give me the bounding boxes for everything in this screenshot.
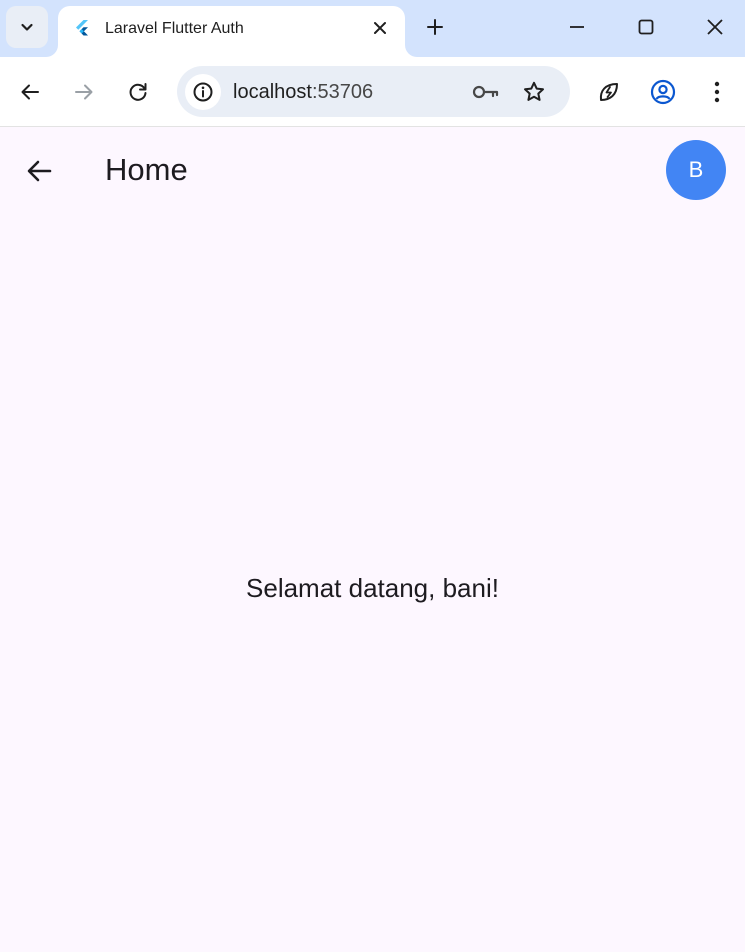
back-arrow-icon	[27, 160, 52, 182]
flutter-logo-icon	[76, 20, 88, 36]
app-bar: Home B	[0, 128, 745, 212]
star-icon	[524, 81, 544, 101]
window-close-icon	[707, 19, 723, 35]
tab-title: Laravel Flutter Auth	[105, 20, 244, 37]
browser-toolbar: localhost:53706	[0, 57, 745, 127]
active-tab[interactable]: Laravel Flutter Auth	[58, 6, 405, 57]
url-host: localhost	[233, 81, 312, 103]
more-vert-icon	[714, 81, 720, 103]
minimize-button[interactable]	[564, 14, 590, 40]
address-bar[interactable]: localhost:53706	[177, 66, 570, 117]
performance-button[interactable]	[595, 78, 623, 106]
tab-strip: Laravel Flutter Auth	[0, 0, 745, 57]
url-port: :53706	[311, 81, 374, 103]
url-text: localhost:53706	[233, 80, 373, 104]
browser-forward-button[interactable]	[70, 78, 98, 106]
new-tab-button[interactable]	[423, 15, 447, 39]
close-icon	[374, 22, 386, 34]
reload-button[interactable]	[124, 78, 152, 106]
maximize-button[interactable]	[633, 14, 659, 40]
bookmark-star-button[interactable]	[520, 78, 548, 106]
profile-icon	[650, 79, 676, 105]
avatar[interactable]: B	[666, 140, 726, 200]
site-info-button[interactable]	[185, 74, 221, 110]
bolt-leaf-icon	[599, 83, 618, 101]
tab-close-button[interactable]	[369, 17, 391, 39]
info-icon	[193, 82, 213, 102]
welcome-message: Selamat datang, bani!	[246, 573, 499, 603]
tab-search-button[interactable]	[6, 6, 48, 48]
window-close-button[interactable]	[702, 14, 728, 40]
plus-icon	[427, 19, 443, 35]
reload-icon	[129, 83, 147, 101]
chevron-down-icon	[21, 23, 33, 31]
back-arrow-icon	[21, 84, 39, 100]
browser-back-button[interactable]	[16, 78, 44, 106]
key-icon	[472, 85, 499, 99]
profile-button[interactable]	[649, 78, 677, 106]
app-back-button[interactable]	[20, 152, 58, 190]
forward-arrow-icon	[75, 84, 93, 100]
page-title: Home	[105, 152, 188, 187]
password-key-button[interactable]	[472, 78, 500, 106]
browser-menu-button[interactable]	[703, 78, 731, 106]
maximize-icon	[638, 19, 654, 35]
minimize-icon	[570, 26, 584, 28]
